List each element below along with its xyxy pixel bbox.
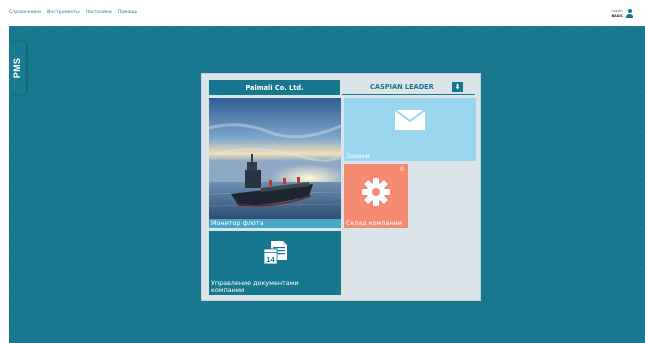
user-icon[interactable] bbox=[626, 9, 633, 18]
menu-item-help[interactable]: Помощь bbox=[118, 10, 138, 15]
main-menu: Справочники Инструменты Настройки Помощь bbox=[9, 10, 137, 15]
dashboard-panel: Palmali Co. Ltd. CASPIAN LEADER ⬇ Монито… bbox=[201, 73, 481, 301]
sidebar-tab-label: PMS bbox=[12, 57, 23, 79]
tile-requests[interactable]: Заявки bbox=[344, 98, 476, 161]
tile-requests-label: Заявки bbox=[346, 152, 370, 161]
download-button[interactable]: ⬇ bbox=[452, 82, 463, 92]
gear-icon bbox=[362, 178, 390, 206]
top-menu-bar: Справочники Инструменты Настройки Помощь… bbox=[0, 0, 645, 26]
envelope-icon bbox=[395, 110, 425, 130]
panel-tabs: Palmali Co. Ltd. CASPIAN LEADER ⬇ bbox=[209, 80, 475, 95]
tile-documents-label: Управление документами компании bbox=[211, 279, 299, 295]
warehouse-count-badge: 0 bbox=[400, 166, 404, 173]
tile-fleet-label: Монитор флота bbox=[211, 219, 264, 228]
sidebar-tab-pms[interactable]: PMS bbox=[9, 42, 26, 94]
user-role: BASIC bbox=[611, 13, 623, 18]
tab-company[interactable]: Palmali Co. Ltd. bbox=[209, 80, 340, 95]
tab-vessel[interactable]: CASPIAN LEADER ⬇ bbox=[342, 80, 475, 95]
tile-warehouse-label: Склад компании bbox=[346, 219, 402, 228]
menu-item-settings[interactable]: Настройки bbox=[86, 10, 112, 15]
user-name: Leader bbox=[611, 9, 623, 14]
download-icon: ⬇ bbox=[454, 82, 461, 91]
tile-fleet-monitor[interactable]: Монитор флота bbox=[209, 98, 341, 228]
menu-item-tools[interactable]: Инструменты bbox=[47, 10, 80, 15]
user-menu[interactable]: Leader BASIC bbox=[611, 9, 633, 18]
ship-photo bbox=[209, 98, 341, 228]
tile-warehouse[interactable]: 0 Склад компании bbox=[344, 164, 408, 228]
menu-item-directories[interactable]: Справочники bbox=[9, 10, 41, 15]
calendar-document-icon: 14 bbox=[263, 241, 287, 265]
tab-vessel-label: CASPIAN LEADER bbox=[370, 83, 434, 91]
tile-document-management[interactable]: 14 Управление документами компании bbox=[209, 231, 341, 295]
user-info: Leader BASIC bbox=[611, 9, 623, 17]
left-margin bbox=[0, 26, 9, 343]
svg-text:14: 14 bbox=[266, 255, 275, 264]
